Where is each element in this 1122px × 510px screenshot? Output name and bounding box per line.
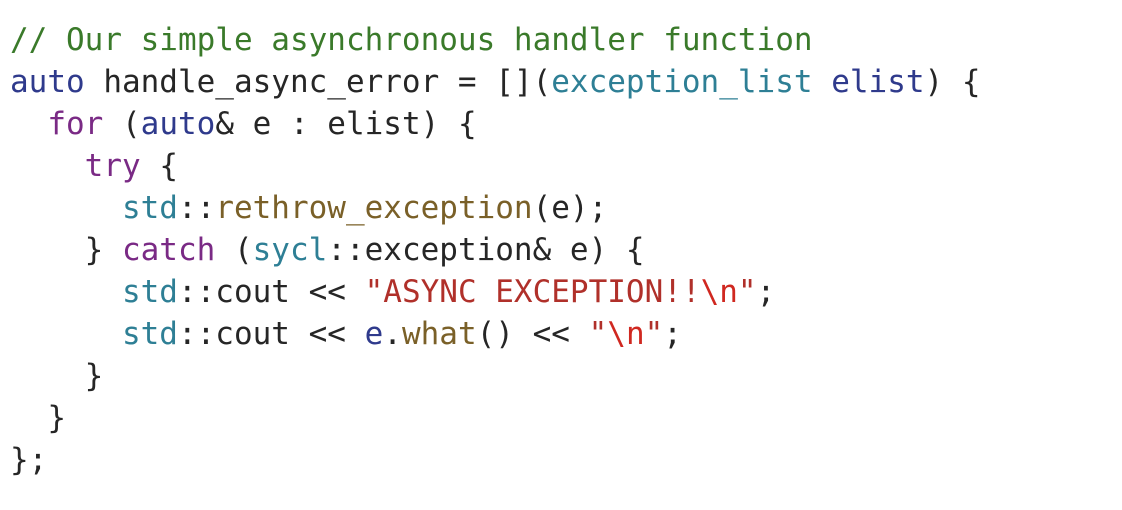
- code-token-plain: (: [215, 232, 253, 268]
- code-token-plain: }: [10, 358, 104, 394]
- code-token-plain: & e : elist) {: [215, 106, 477, 142]
- code-line: }: [10, 355, 981, 397]
- code-token-control: for: [47, 106, 104, 142]
- code-line: try {: [10, 145, 981, 187]
- code-token-plain: };: [10, 442, 48, 478]
- code-token-plain: ) {: [924, 64, 981, 100]
- code-token-string: ": [588, 316, 608, 352]
- code-token-string: ": [737, 274, 757, 310]
- code-token-plain: }: [10, 232, 122, 268]
- code-token-keyword: auto: [140, 106, 216, 142]
- code-token-keyword: e: [364, 316, 384, 352]
- code-token-plain: (e);: [532, 190, 608, 226]
- code-token-plain: ::exception& e) {: [327, 232, 645, 268]
- code-line: std::rethrow_exception(e);: [10, 187, 981, 229]
- code-line: // Our simple asynchronous handler funct…: [10, 19, 981, 61]
- code-token-control: catch: [121, 232, 216, 268]
- code-token-type: sycl: [252, 232, 328, 268]
- code-line: };: [10, 439, 981, 481]
- code-token-plain: ;: [756, 274, 776, 310]
- code-token-string: "ASYNC EXCEPTION!!: [364, 274, 701, 310]
- code-token-escape: \n: [607, 316, 645, 352]
- code-token-escape: \n: [700, 274, 738, 310]
- code-token-type: std: [121, 190, 178, 226]
- code-token-plain: ::cout <<: [177, 316, 365, 352]
- code-token-plain: {: [140, 148, 178, 184]
- code-token-keyword: auto: [10, 64, 85, 100]
- code-block: // Our simple asynchronous handler funct…: [10, 19, 981, 481]
- code-token-plain: ;: [663, 316, 682, 352]
- code-token-plain: ::: [177, 190, 216, 226]
- code-token-comment: // Our simple asynchronous handler funct…: [10, 22, 813, 58]
- code-token-string: ": [644, 316, 664, 352]
- code-token-type: std: [121, 316, 178, 352]
- code-line: auto handle_async_error = [](exception_l…: [10, 61, 981, 103]
- code-token-type: std: [121, 274, 178, 310]
- code-token-plain: .: [383, 316, 402, 352]
- code-token-plain: () <<: [476, 316, 589, 352]
- code-token-plain: handle_async_error = [](: [84, 64, 552, 100]
- code-token-type: exception_list: [551, 64, 813, 100]
- code-line: }: [10, 397, 981, 439]
- code-token-plain: ::cout <<: [177, 274, 365, 310]
- code-token-function: rethrow_exception: [215, 190, 533, 226]
- code-line: } catch (sycl::exception& e) {: [10, 229, 981, 271]
- code-line: std::cout << e.what() << "\n";: [10, 313, 981, 355]
- code-token-control: try: [84, 148, 141, 184]
- code-line: std::cout << "ASYNC EXCEPTION!!\n";: [10, 271, 981, 313]
- code-token-plain: }: [10, 400, 66, 436]
- code-line: for (auto& e : elist) {: [10, 103, 981, 145]
- code-token-function: what: [401, 316, 477, 352]
- code-token-keyword: elist: [831, 64, 925, 100]
- code-token-plain: (: [103, 106, 141, 142]
